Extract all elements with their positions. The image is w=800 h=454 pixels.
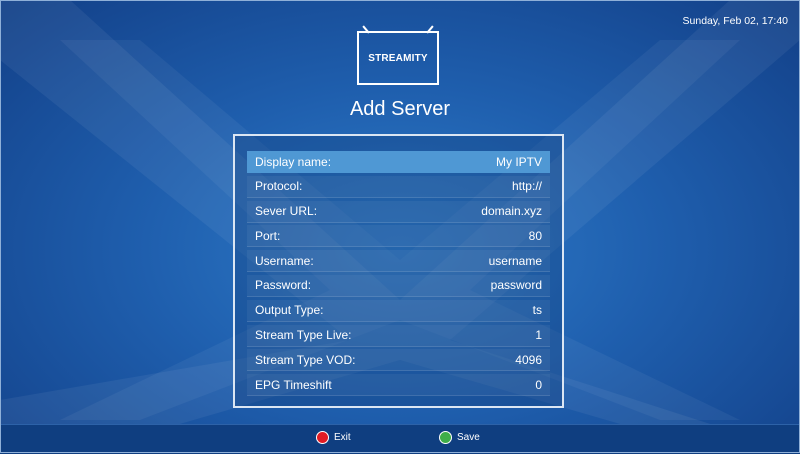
form-row-value: 0 — [535, 377, 542, 392]
bottom-action-bar: Exit Save — [0, 424, 800, 454]
green-button-icon — [439, 431, 452, 444]
red-button-icon — [316, 431, 329, 444]
form-row[interactable]: Display name: My IPTV — [247, 151, 550, 173]
streamity-logo: STREAMITY — [357, 25, 439, 85]
form-row[interactable]: Port: 80 — [247, 225, 550, 248]
datetime-display: Sunday, Feb 02, 17:40 — [682, 15, 788, 27]
form-row-label: Username: — [255, 253, 314, 268]
save-button[interactable]: Save — [439, 431, 480, 444]
logo-text: STREAMITY — [368, 52, 428, 64]
page-title: Add Server — [349, 98, 451, 120]
form-row-label: Output Type: — [255, 303, 324, 318]
form-row[interactable]: Sever URL: domain.xyz — [247, 200, 550, 223]
form-row-value: 1 — [535, 328, 542, 343]
exit-button[interactable]: Exit — [316, 431, 351, 444]
form-row[interactable]: Stream Type VOD: 4096 — [247, 349, 550, 372]
form-row-value: My IPTV — [495, 154, 542, 169]
form-row-value: username — [488, 253, 542, 268]
form-row-label: Display name: — [255, 154, 332, 169]
exit-label: Exit — [334, 432, 351, 443]
form-row[interactable]: Username: username — [247, 250, 550, 273]
form-row[interactable]: Output Type: ts — [247, 299, 550, 322]
form-row[interactable]: Password: password — [247, 274, 550, 297]
form-row-value: 4096 — [515, 352, 542, 367]
form-row-label: Password: — [255, 278, 312, 293]
form-row[interactable]: Stream Type Live: 1 — [247, 324, 550, 347]
form-row-value: 80 — [528, 228, 542, 243]
form-row[interactable]: EPG Timeshift 0 — [247, 374, 550, 397]
form-row-label: Stream Type Live: — [255, 328, 352, 343]
server-form-panel: Display name: My IPTV Protocol: http:// Seve… — [233, 134, 564, 408]
form-row-label: EPG Timeshift — [255, 377, 332, 392]
form-row-label: Stream Type VOD: — [255, 352, 356, 367]
form-row-value: password — [490, 278, 542, 293]
form-row-value: http:// — [511, 179, 542, 194]
form-row[interactable]: Protocol: http:// — [247, 175, 550, 198]
server-form-rows: Display name: My IPTV Protocol: http:// Seve… — [247, 151, 550, 399]
form-row-value: ts — [532, 303, 542, 318]
form-row-label: Sever URL: — [255, 204, 318, 219]
save-label: Save — [457, 432, 480, 443]
form-row-value: domain.xyz — [481, 204, 542, 219]
form-row-label: Port: — [255, 228, 281, 243]
form-row-label: Protocol: — [255, 179, 303, 194]
